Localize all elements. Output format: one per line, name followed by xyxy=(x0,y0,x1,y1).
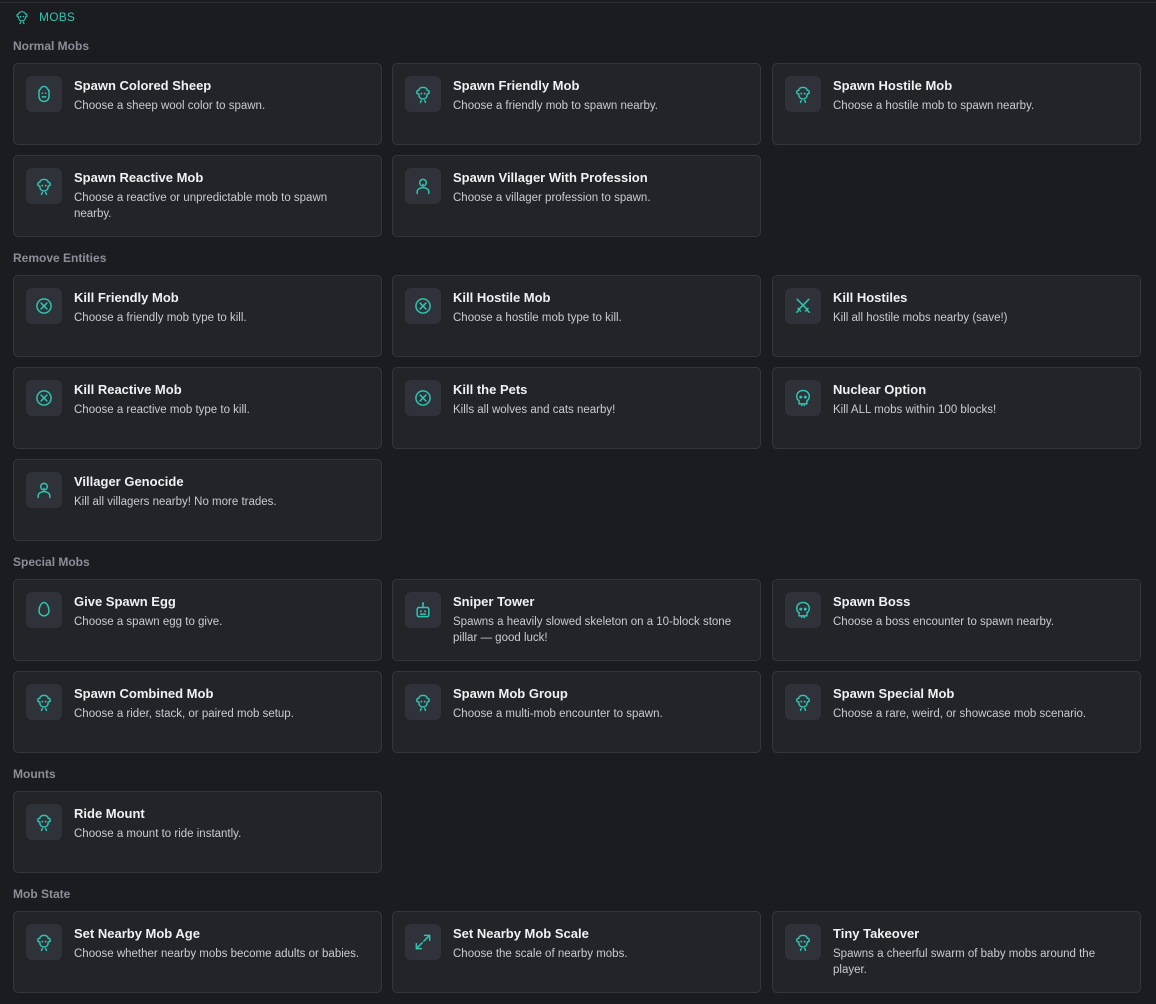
robot-icon xyxy=(405,592,441,628)
egg-icon xyxy=(26,592,62,628)
card-give-spawn-egg[interactable]: Give Spawn Egg Choose a spawn egg to give… xyxy=(13,579,382,661)
mob-icon xyxy=(26,924,62,960)
card-title: Spawn Boss xyxy=(833,594,911,609)
card-set-nearby-mob-scale[interactable]: Set Nearby Mob Scale Choose the scale of … xyxy=(392,911,761,993)
card-spawn-villager-with-profession[interactable]: Spawn Villager With Profession Choose a v… xyxy=(392,155,761,237)
card-sniper-tower[interactable]: Sniper Tower Spawns a heavily slowed skel… xyxy=(392,579,761,661)
villager-icon xyxy=(405,168,441,204)
mob-icon xyxy=(405,684,441,720)
card-tiny-takeover[interactable]: Tiny Takeover Spawns a cheerful swarm of … xyxy=(772,911,1141,993)
card-description: Choose a friendly mob to spawn nearby. xyxy=(453,100,658,112)
card-description: Choose a spawn egg to give. xyxy=(74,616,223,628)
card-description: Choose a mount to ride instantly. xyxy=(74,828,242,840)
mob-icon xyxy=(785,924,821,960)
card-description: Choose a hostile mob type to kill. xyxy=(453,312,622,324)
card-description: Choose a villager profession to spawn. xyxy=(453,192,651,204)
card-spawn-combined-mob[interactable]: Spawn Combined Mob Choose a rider, stack,… xyxy=(13,671,382,753)
card-set-nearby-mob-age[interactable]: Set Nearby Mob Age Choose whether nearby … xyxy=(13,911,382,993)
skull-icon xyxy=(785,380,821,416)
card-spawn-reactive-mob[interactable]: Spawn Reactive Mob Choose a reactive or u… xyxy=(13,155,382,237)
villager-icon xyxy=(26,472,62,508)
card-spawn-boss[interactable]: Spawn Boss Choose a boss encounter to spa… xyxy=(772,579,1141,661)
section-title: Normal Mobs xyxy=(13,39,90,53)
card-description: Choose a rare, weird, or showcase mob sc… xyxy=(833,708,1087,720)
card-title: Spawn Combined Mob xyxy=(74,686,214,701)
card-description: Choose a sheep wool color to spawn. xyxy=(74,100,266,112)
circle-x-icon xyxy=(405,380,441,416)
card-villager-genocide[interactable]: Villager Genocide Kill all villagers near… xyxy=(13,459,382,541)
card-kill-the-pets[interactable]: Kill the Pets Kills all wolves and cats n… xyxy=(392,367,761,449)
card-title: Kill the Pets xyxy=(453,382,528,397)
mob-icon xyxy=(13,9,31,25)
circle-x-icon xyxy=(26,380,62,416)
card-description: Kill all villagers nearby! No more trade… xyxy=(74,496,277,508)
card-title: Kill Hostile Mob xyxy=(453,290,551,305)
card-title: Nuclear Option xyxy=(833,382,927,397)
card-title: Spawn Colored Sheep xyxy=(74,78,212,93)
card-title: Kill Hostiles xyxy=(833,290,908,305)
section-title: Mob State xyxy=(13,887,71,901)
card-description: Kills all wolves and cats nearby! xyxy=(453,404,616,416)
card-description: Choose a reactive or unpredictable mob t… xyxy=(74,192,328,220)
skull-icon xyxy=(785,592,821,628)
card-title: Sniper Tower xyxy=(453,594,535,609)
card-description: Spawns a heavily slowed skeleton on a 10… xyxy=(453,616,732,644)
card-description: Choose a hostile mob to spawn nearby. xyxy=(833,100,1035,112)
card-description: Choose a rider, stack, or paired mob set… xyxy=(74,708,294,720)
card-title: Spawn Villager With Profession xyxy=(453,170,648,185)
card-title: Spawn Hostile Mob xyxy=(833,78,953,93)
crossed-swords-icon xyxy=(785,288,821,324)
card-description: Choose whether nearby mobs become adults… xyxy=(74,948,360,960)
circle-x-icon xyxy=(405,288,441,324)
card-kill-hostile-mob[interactable]: Kill Hostile Mob Choose a hostile mob typ… xyxy=(392,275,761,357)
card-description: Kill all hostile mobs nearby (save!) xyxy=(833,312,1008,324)
card-kill-friendly-mob[interactable]: Kill Friendly Mob Choose a friendly mob t… xyxy=(13,275,382,357)
card-title: Set Nearby Mob Scale xyxy=(453,926,589,941)
mob-icon xyxy=(26,804,62,840)
card-description: Choose the scale of nearby mobs. xyxy=(453,948,628,960)
card-title: Set Nearby Mob Age xyxy=(74,926,200,941)
card-kill-hostiles[interactable]: Kill Hostiles Kill all hostile mobs nearb… xyxy=(772,275,1141,357)
mob-icon xyxy=(785,76,821,112)
card-description: Kill ALL mobs within 100 blocks! xyxy=(833,404,997,416)
top-divider xyxy=(0,2,1156,3)
card-title: Spawn Special Mob xyxy=(833,686,955,701)
sheep-icon xyxy=(26,76,62,112)
card-description: Choose a boss encounter to spawn nearby. xyxy=(833,616,1054,628)
card-description: Choose a friendly mob type to kill. xyxy=(74,312,247,324)
section-title: Mounts xyxy=(13,767,56,781)
card-description: Choose a reactive mob type to kill. xyxy=(74,404,250,416)
card-title: Villager Genocide xyxy=(74,474,184,489)
circle-x-icon xyxy=(26,288,62,324)
card-spawn-hostile-mob[interactable]: Spawn Hostile Mob Choose a hostile mob to… xyxy=(772,63,1141,145)
card-title: Kill Friendly Mob xyxy=(74,290,179,305)
mob-icon xyxy=(26,168,62,204)
expand-icon xyxy=(405,924,441,960)
card-title: Tiny Takeover xyxy=(833,926,920,941)
mob-icon xyxy=(785,684,821,720)
card-spawn-friendly-mob[interactable]: Spawn Friendly Mob Choose a friendly mob … xyxy=(392,63,761,145)
page-title: MOBS xyxy=(39,10,76,24)
card-title: Spawn Friendly Mob xyxy=(453,78,580,93)
card-title: Ride Mount xyxy=(74,806,145,821)
mob-icon xyxy=(26,684,62,720)
card-nuclear-option[interactable]: Nuclear Option Kill ALL mobs within 100 b… xyxy=(772,367,1141,449)
page-header: MOBS xyxy=(13,9,75,25)
section-title: Special Mobs xyxy=(13,555,90,569)
mob-icon xyxy=(405,76,441,112)
card-title: Kill Reactive Mob xyxy=(74,382,182,397)
card-ride-mount[interactable]: Ride Mount Choose a mount to ride instant… xyxy=(13,791,382,873)
card-description: Spawns a cheerful swarm of baby mobs aro… xyxy=(833,948,1096,976)
card-title: Give Spawn Egg xyxy=(74,594,176,609)
card-spawn-special-mob[interactable]: Spawn Special Mob Choose a rare, weird, o… xyxy=(772,671,1141,753)
card-description: Choose a multi-mob encounter to spawn. xyxy=(453,708,663,720)
card-title: Spawn Reactive Mob xyxy=(74,170,204,185)
card-spawn-colored-sheep[interactable]: Spawn Colored Sheep Choose a sheep wool c… xyxy=(13,63,382,145)
card-spawn-mob-group[interactable]: Spawn Mob Group Choose a multi-mob encoun… xyxy=(392,671,761,753)
card-kill-reactive-mob[interactable]: Kill Reactive Mob Choose a reactive mob t… xyxy=(13,367,382,449)
card-title: Spawn Mob Group xyxy=(453,686,568,701)
section-title: Remove Entities xyxy=(13,251,107,265)
